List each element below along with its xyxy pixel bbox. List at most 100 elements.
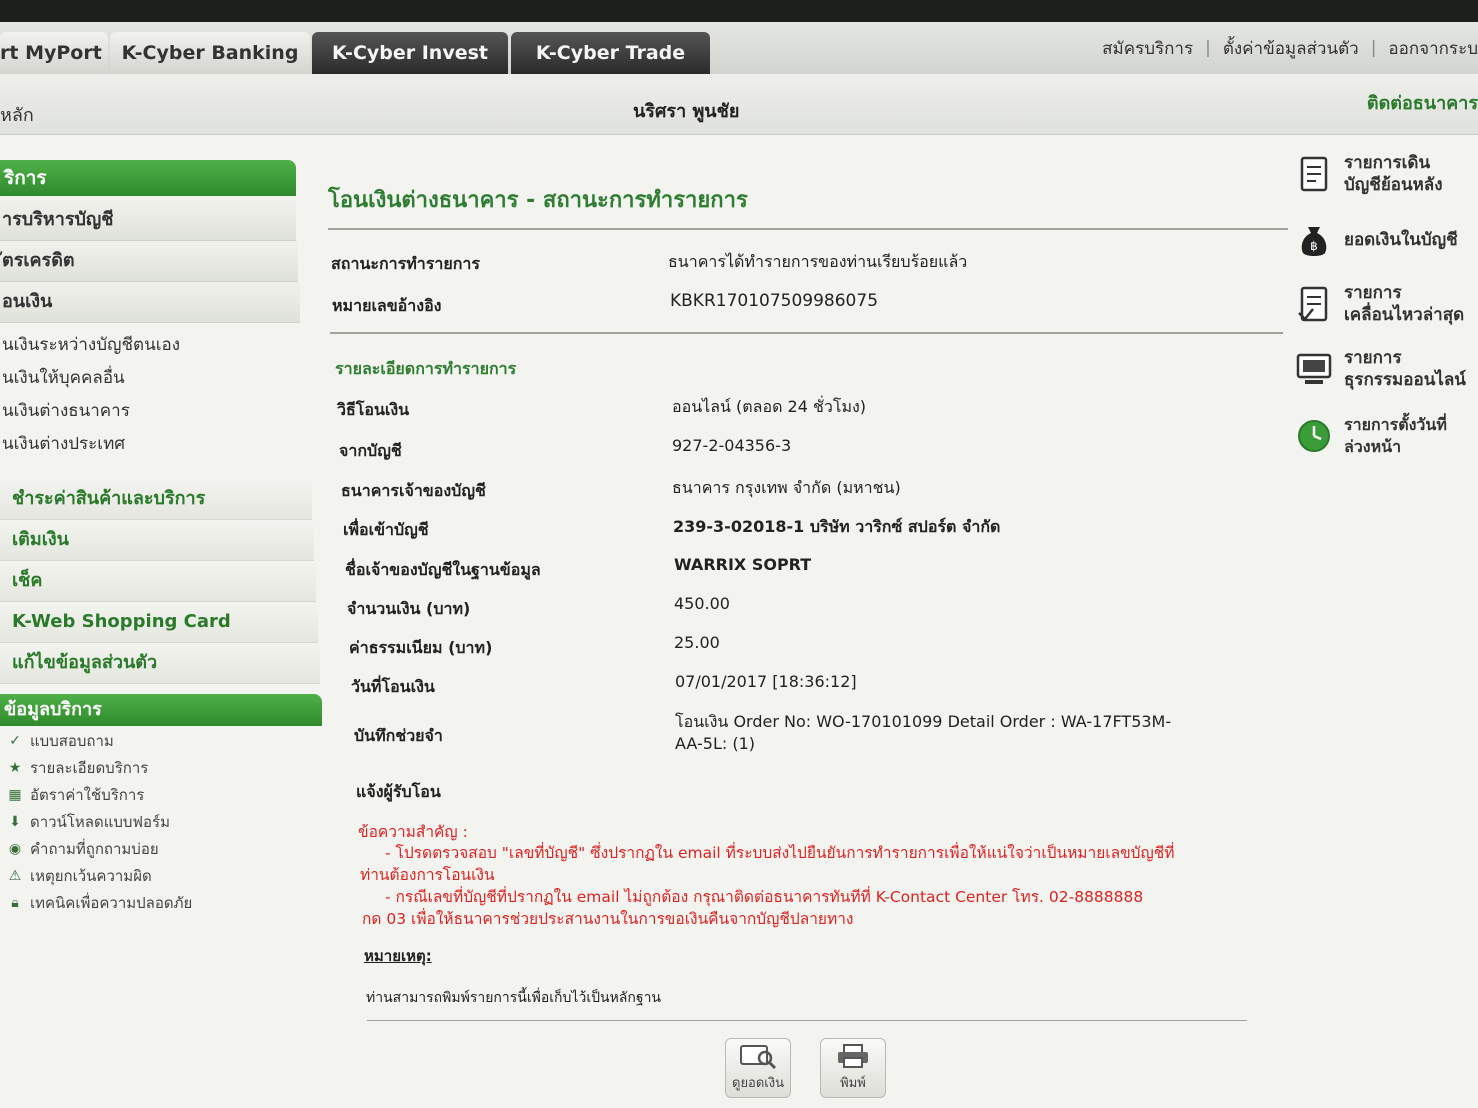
personal-settings-link[interactable]: ตั้งค่าข้อมูลส่วนตัว [1223, 35, 1359, 62]
note-text: ท่านสามารถพิมพ์รายการนี้เพื่อเก็บไว้เป็น… [366, 990, 662, 1006]
quick-link-balance[interactable]: ฿ ยอดเงินในบัญชี [1292, 220, 1478, 260]
info-item-faq[interactable]: ◉ คำถามที่ถูกถามบ่อย [0, 836, 330, 863]
detail-label-amount: จำนวนเงิน (บาท) [347, 599, 471, 618]
sidebar-item-top-up[interactable]: เติมเงิน [0, 520, 314, 561]
info-item-fees[interactable]: ▦ อัตราค่าใช้บริการ [0, 782, 330, 809]
home-link[interactable]: หลัก [0, 100, 34, 129]
info-item-download-forms[interactable]: ⬇ ดาวน์โหลดแบบฟอร์ม [0, 809, 330, 836]
statement-icon [1292, 154, 1336, 194]
user-name: นริศรา พูนชัย [633, 101, 740, 122]
sidebar: ริการ ารบริหารบัญชี ัตรเครดิต อนเงิน นเง… [0, 160, 330, 917]
details-section-title: รายละเอียดการทำรายการ [335, 359, 517, 378]
quick-link-line1: ยอดเงินในบัญชี [1344, 230, 1458, 250]
detail-value-from-account: 927-2-04356-3 [672, 436, 792, 455]
magnifier-card-icon [740, 1045, 777, 1069]
tab-k-cyber-banking[interactable]: K-Cyber Banking [110, 32, 310, 74]
lock-icon: 🔒︎ [11, 895, 19, 911]
view-balance-label: ดูยอดเงิน [732, 1076, 784, 1091]
logout-link[interactable]: ออกจากระบ [1388, 35, 1478, 62]
info-item-label: ดาวน์โหลดแบบฟอร์ม [30, 813, 171, 831]
top-black-strip [0, 0, 1478, 22]
tab-myport[interactable]: rt MyPort [0, 32, 108, 74]
detail-value-fee: 25.00 [674, 633, 720, 652]
sidebar-item-cheque[interactable]: เช็ค [0, 561, 316, 602]
svg-text:฿: ฿ [1310, 239, 1318, 253]
sidebar-services-header: ริการ [0, 160, 296, 196]
sidebar-item-international-transfer[interactable]: นเงินต่างประเทศ [0, 428, 330, 461]
divider [367, 1020, 1247, 1021]
quick-link-line1: รายการ [1344, 348, 1402, 368]
view-balance-button[interactable]: ดูยอดเงิน [725, 1038, 791, 1098]
important-text-line4: กด 03 เพื่อให้ธนาคารช่วยประสานงานในการขอ… [362, 910, 854, 928]
separator: | [1205, 38, 1211, 58]
register-link[interactable]: สมัครบริการ [1102, 35, 1193, 62]
important-text-line1: - โปรดตรวจสอบ "เลขที่บัญชี" ซึ่งปรากฏใน … [385, 844, 1175, 862]
page-title: โอนเงินต่างธนาคาร - สถานะการทำรายการ [328, 188, 748, 213]
memo-label: บันทึกช่วยจำ [354, 726, 443, 745]
detail-label-fee: ค่าธรรมเนียม (บาท) [349, 638, 493, 657]
warning-icon: ⚠ [8, 868, 22, 884]
top-nav-bar: rt MyPort K-Cyber Banking K-Cyber Invest… [0, 22, 1478, 75]
info-item-service-details[interactable]: ★ รายละเอียดบริการ [0, 755, 330, 782]
tab-k-cyber-invest[interactable]: K-Cyber Invest [312, 32, 508, 74]
calculator-icon: ▦ [8, 787, 22, 803]
status-label: สถานะการทำรายการ [331, 254, 480, 273]
reference-number: KBKR170107509986075 [670, 291, 879, 311]
sidebar-item-own-account-transfer[interactable]: นเงินระหว่างบัญชีตนเอง [0, 329, 330, 362]
contact-bank-link[interactable]: ติดต่อธนาคาร [1367, 88, 1478, 117]
detail-value-transfer-date: 07/01/2017 [18:36:12] [675, 672, 857, 691]
memo-value-line2: AA-5L: (1) [675, 734, 755, 753]
sidebar-item-interbank-transfer[interactable]: นเงินต่างธนาคาร [0, 395, 330, 428]
info-item-label: รายละเอียดบริการ [30, 759, 149, 777]
sidebar-item-third-party-transfer[interactable]: นเงินให้บุคคลอื่น [0, 362, 330, 395]
detail-label-to-account: เพื่อเข้าบัญชี [343, 520, 429, 539]
quick-link-line2: ล่วงหน้า [1344, 437, 1402, 456]
check-icon: ✓ [9, 733, 21, 749]
sidebar-item-account-management[interactable]: ารบริหารบัญชี [0, 200, 296, 241]
sidebar-service-info-header: ข้อมูลบริการ [0, 694, 322, 726]
detail-label-method: วิธีโอนเงิน [337, 400, 410, 419]
memo-value-line1: โอนเงิน Order No: WO-170101099 Detail Or… [675, 712, 1172, 731]
quick-link-online-transactions[interactable]: รายการ ธุรกรรมออนไลน์ [1292, 347, 1478, 391]
quick-link-line1: รายการ [1344, 283, 1402, 303]
quick-link-recent-transactions[interactable]: รายการ เคลื่อนไหวล่าสุด [1292, 282, 1478, 326]
detail-value-account-name: WARRIX SOPRT [674, 555, 812, 574]
quick-link-statement[interactable]: รายการเดิน บัญชีย้อนหลัง [1292, 152, 1478, 196]
detail-value-to-account: 239-3-02018-1 บริษัท วาริกซ์ สปอร์ต จำกั… [673, 517, 1001, 536]
status-value: ธนาคารได้ทำรายการของท่านเรียบร้อยแล้ว [668, 252, 968, 271]
reference-label: หมายเลขอ้างอิง [332, 296, 442, 315]
sidebar-item-edit-personal-info[interactable]: แก้ไขข้อมูลส่วนตัว [0, 643, 320, 684]
info-item-survey[interactable]: ✓ แบบสอบถาม [0, 728, 330, 755]
info-item-disclaimer[interactable]: ⚠ เหตุยกเว้นความผิด [0, 863, 330, 890]
sub-header-bar: หลัก นริศรา พูนชัย ติดต่อธนาคาร [0, 74, 1478, 135]
info-item-label: คำถามที่ถูกถามบ่อย [30, 840, 159, 858]
detail-value-amount: 450.00 [674, 594, 730, 613]
detail-value-bank: ธนาคาร กรุงเทพ จำกัด (มหาชน) [672, 478, 901, 497]
print-label: พิมพ์ [840, 1076, 866, 1091]
separator: | [1370, 38, 1377, 58]
star-icon: ★ [8, 760, 22, 776]
detail-value-method: ออนไลน์ (ตลอด 24 ชั่วโมง) [672, 397, 867, 416]
sidebar-item-bill-payment[interactable]: ชำระค่าสินค้าและบริการ [0, 479, 312, 520]
sidebar-item-k-web-shopping-card[interactable]: K-Web Shopping Card [0, 602, 318, 643]
question-icon: ◉ [8, 841, 22, 857]
print-button[interactable]: พิมพ์ [820, 1038, 886, 1098]
quick-link-scheduled-transactions[interactable]: รายการตั้งวันที่ ล่วงหน้า [1292, 414, 1478, 458]
info-item-label: เทคนิคเพื่อความปลอดภัย [30, 894, 193, 912]
tab-k-cyber-trade[interactable]: K-Cyber Trade [511, 32, 710, 74]
detail-label-account-name: ชื่อเจ้าของบัญชีในฐานข้อมูล [345, 560, 541, 579]
sidebar-item-transfer[interactable]: อนเงิน [0, 282, 300, 323]
top-links: สมัครบริการ | ตั้งค่าข้อมูลส่วนตัว | ออก… [1102, 34, 1478, 62]
computer-icon [1292, 349, 1336, 389]
divider [330, 332, 1283, 334]
money-bag-icon: ฿ [1292, 220, 1336, 260]
printer-icon [838, 1044, 868, 1068]
quick-link-line2: บัญชีย้อนหลัง [1344, 175, 1443, 195]
detail-label-bank: ธนาคารเจ้าของบัญชี [341, 481, 486, 500]
quick-link-line2: เคลื่อนไหวล่าสุด [1344, 305, 1465, 325]
sidebar-item-credit-card[interactable]: ัตรเครดิต [0, 241, 298, 282]
info-item-label: อัตราค่าใช้บริการ [30, 786, 145, 804]
info-item-label: แบบสอบถาม [30, 732, 114, 750]
info-item-security-tips[interactable]: 🔒︎ เทคนิคเพื่อความปลอดภัย [0, 890, 330, 917]
divider [328, 228, 1288, 230]
